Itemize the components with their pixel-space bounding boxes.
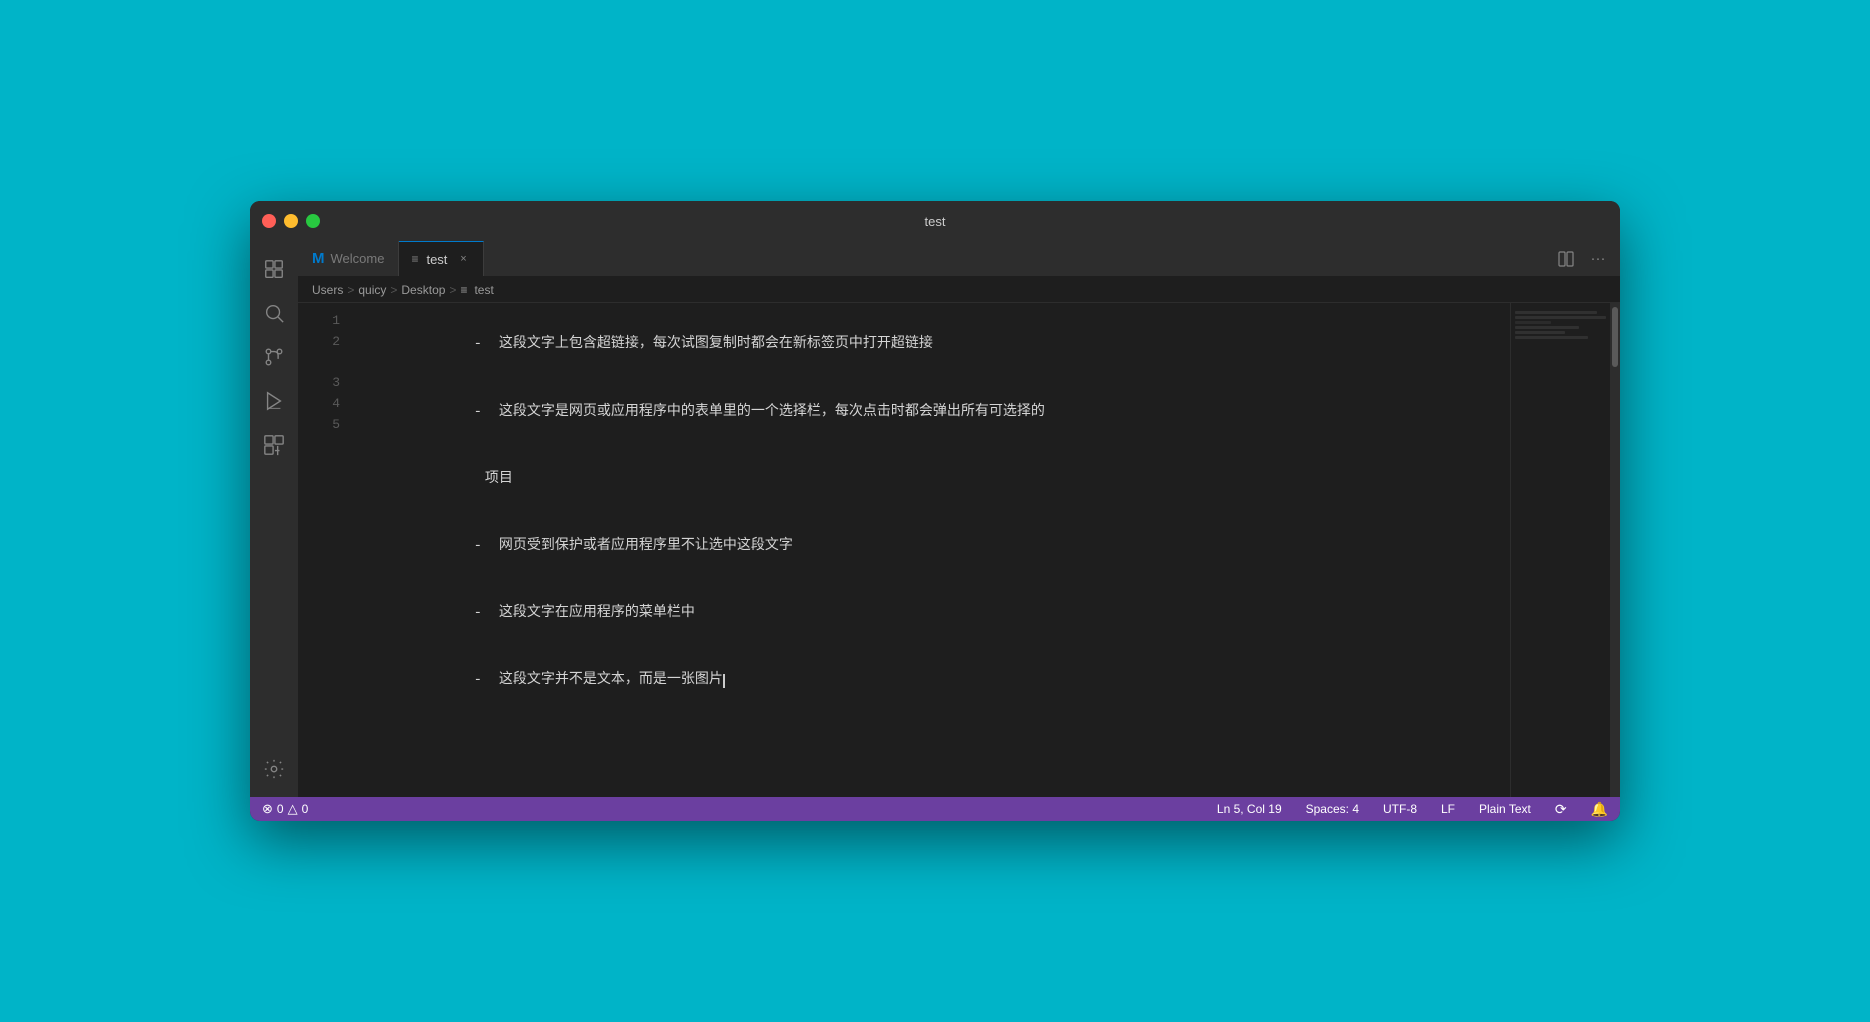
breadcrumb-desktop[interactable]: Desktop <box>401 283 445 297</box>
warning-icon: △ <box>288 801 298 817</box>
line-number-2b: · <box>298 353 340 374</box>
status-bar-right: Ln 5, Col 19 Spaces: 4 UTF-8 LF Plain Te… <box>1213 801 1612 818</box>
traffic-lights <box>262 214 320 228</box>
sync-icon: ⟳ <box>1555 801 1567 818</box>
code-line-5: - 这段文字并不是文本，而是一张图片 <box>356 647 1510 714</box>
code-line-1: - 这段文字上包含超链接，每次试图复制时都会在新标签页中打开超链接 <box>356 311 1510 378</box>
vscode-window: test <box>250 201 1620 821</box>
line-number-3: 3 <box>298 373 340 394</box>
vscode-logo-icon: M <box>312 250 325 267</box>
code-line-2-wrap: 项目 <box>356 445 1510 512</box>
encoding-label: UTF-8 <box>1383 802 1417 816</box>
search-icon[interactable] <box>254 293 294 333</box>
more-actions-button[interactable]: ··· <box>1584 245 1612 273</box>
explorer-icon[interactable] <box>254 249 294 289</box>
tab-bar-actions: ··· <box>1552 245 1620 273</box>
error-count: 0 <box>277 802 284 816</box>
breadcrumb-test[interactable]: ≡ test <box>460 283 493 297</box>
welcome-tab-label: Welcome <box>331 251 385 266</box>
status-bar: ⊗ 0 △ 0 Ln 5, Col 19 Spaces: 4 UTF-8 LF … <box>250 797 1620 821</box>
indentation-status[interactable]: Spaces: 4 <box>1302 802 1363 816</box>
line-number-2: 2 <box>298 332 340 353</box>
code-line-2: - 这段文字是网页或应用程序中的表单里的一个选择栏，每次点击时都会弹出所有可选择… <box>356 378 1510 445</box>
code-area[interactable]: - 这段文字上包含超链接，每次试图复制时都会在新标签页中打开超链接 - 这段文字… <box>348 303 1510 797</box>
line-numbers: 1 2 · 3 4 5 <box>298 303 348 797</box>
cursor-position-status[interactable]: Ln 5, Col 19 <box>1213 802 1286 816</box>
tab-test[interactable]: ≡ test × <box>399 241 484 276</box>
title-bar: test <box>250 201 1620 241</box>
remote-sync-status[interactable]: ⟳ <box>1551 801 1571 818</box>
text-cursor <box>723 672 725 688</box>
language-label: Plain Text <box>1479 802 1531 816</box>
spaces-label: Spaces: 4 <box>1306 802 1359 816</box>
tab-close-button[interactable]: × <box>455 251 471 267</box>
window-title: test <box>925 214 946 229</box>
breadcrumb-quicy[interactable]: quicy <box>358 283 386 297</box>
breadcrumb-sep-2: > <box>390 283 397 297</box>
activity-bar <box>250 241 298 797</box>
tab-bar: M Welcome ≡ test × ··· <box>298 241 1620 277</box>
line-ending-status[interactable]: LF <box>1437 802 1459 816</box>
breadcrumb-users[interactable]: Users <box>312 283 343 297</box>
cursor-position: Ln 5, Col 19 <box>1217 802 1282 816</box>
minimap <box>1510 303 1610 797</box>
run-debug-icon[interactable] <box>254 381 294 421</box>
maximize-button[interactable] <box>306 214 320 228</box>
settings-icon[interactable] <box>254 749 294 789</box>
errors-status[interactable]: ⊗ 0 △ 0 <box>258 801 312 817</box>
line-number-1: 1 <box>298 311 340 332</box>
code-line-3: - 网页受到保护或者应用程序里不让选中这段文字 <box>356 513 1510 580</box>
line-number-5: 5 <box>298 415 340 436</box>
breadcrumb: Users > quicy > Desktop > ≡ test <box>298 277 1620 303</box>
line-ending-label: LF <box>1441 802 1455 816</box>
minimize-button[interactable] <box>284 214 298 228</box>
code-line-4: - 这段文字在应用程序的菜单栏中 <box>356 580 1510 647</box>
scrollbar-thumb[interactable] <box>1612 307 1618 367</box>
error-icon: ⊗ <box>262 801 273 817</box>
notifications-status[interactable]: 🔔 <box>1587 801 1612 818</box>
status-bar-left: ⊗ 0 △ 0 <box>258 801 312 817</box>
breadcrumb-sep-1: > <box>347 283 354 297</box>
extensions-icon[interactable] <box>254 425 294 465</box>
vertical-scrollbar[interactable] <box>1610 303 1620 797</box>
line-number-4: 4 <box>298 394 340 415</box>
tab-welcome[interactable]: M Welcome <box>298 241 399 276</box>
bell-icon: 🔔 <box>1591 801 1608 818</box>
encoding-status[interactable]: UTF-8 <box>1379 802 1421 816</box>
editor-content[interactable]: 1 2 · 3 4 5 - 这段文字上包含超链接，每次试图复制时都会在新标签页中… <box>298 303 1620 797</box>
active-tab-label: test <box>426 252 447 267</box>
close-button[interactable] <box>262 214 276 228</box>
editor-area: M Welcome ≡ test × ··· <box>298 241 1620 797</box>
source-control-icon[interactable] <box>254 337 294 377</box>
split-editor-button[interactable] <box>1552 245 1580 273</box>
breadcrumb-sep-3: > <box>449 283 456 297</box>
language-status[interactable]: Plain Text <box>1475 802 1535 816</box>
main-layout: M Welcome ≡ test × ··· <box>250 241 1620 797</box>
warning-count: 0 <box>302 802 309 816</box>
file-lines-icon: ≡ <box>411 252 418 266</box>
